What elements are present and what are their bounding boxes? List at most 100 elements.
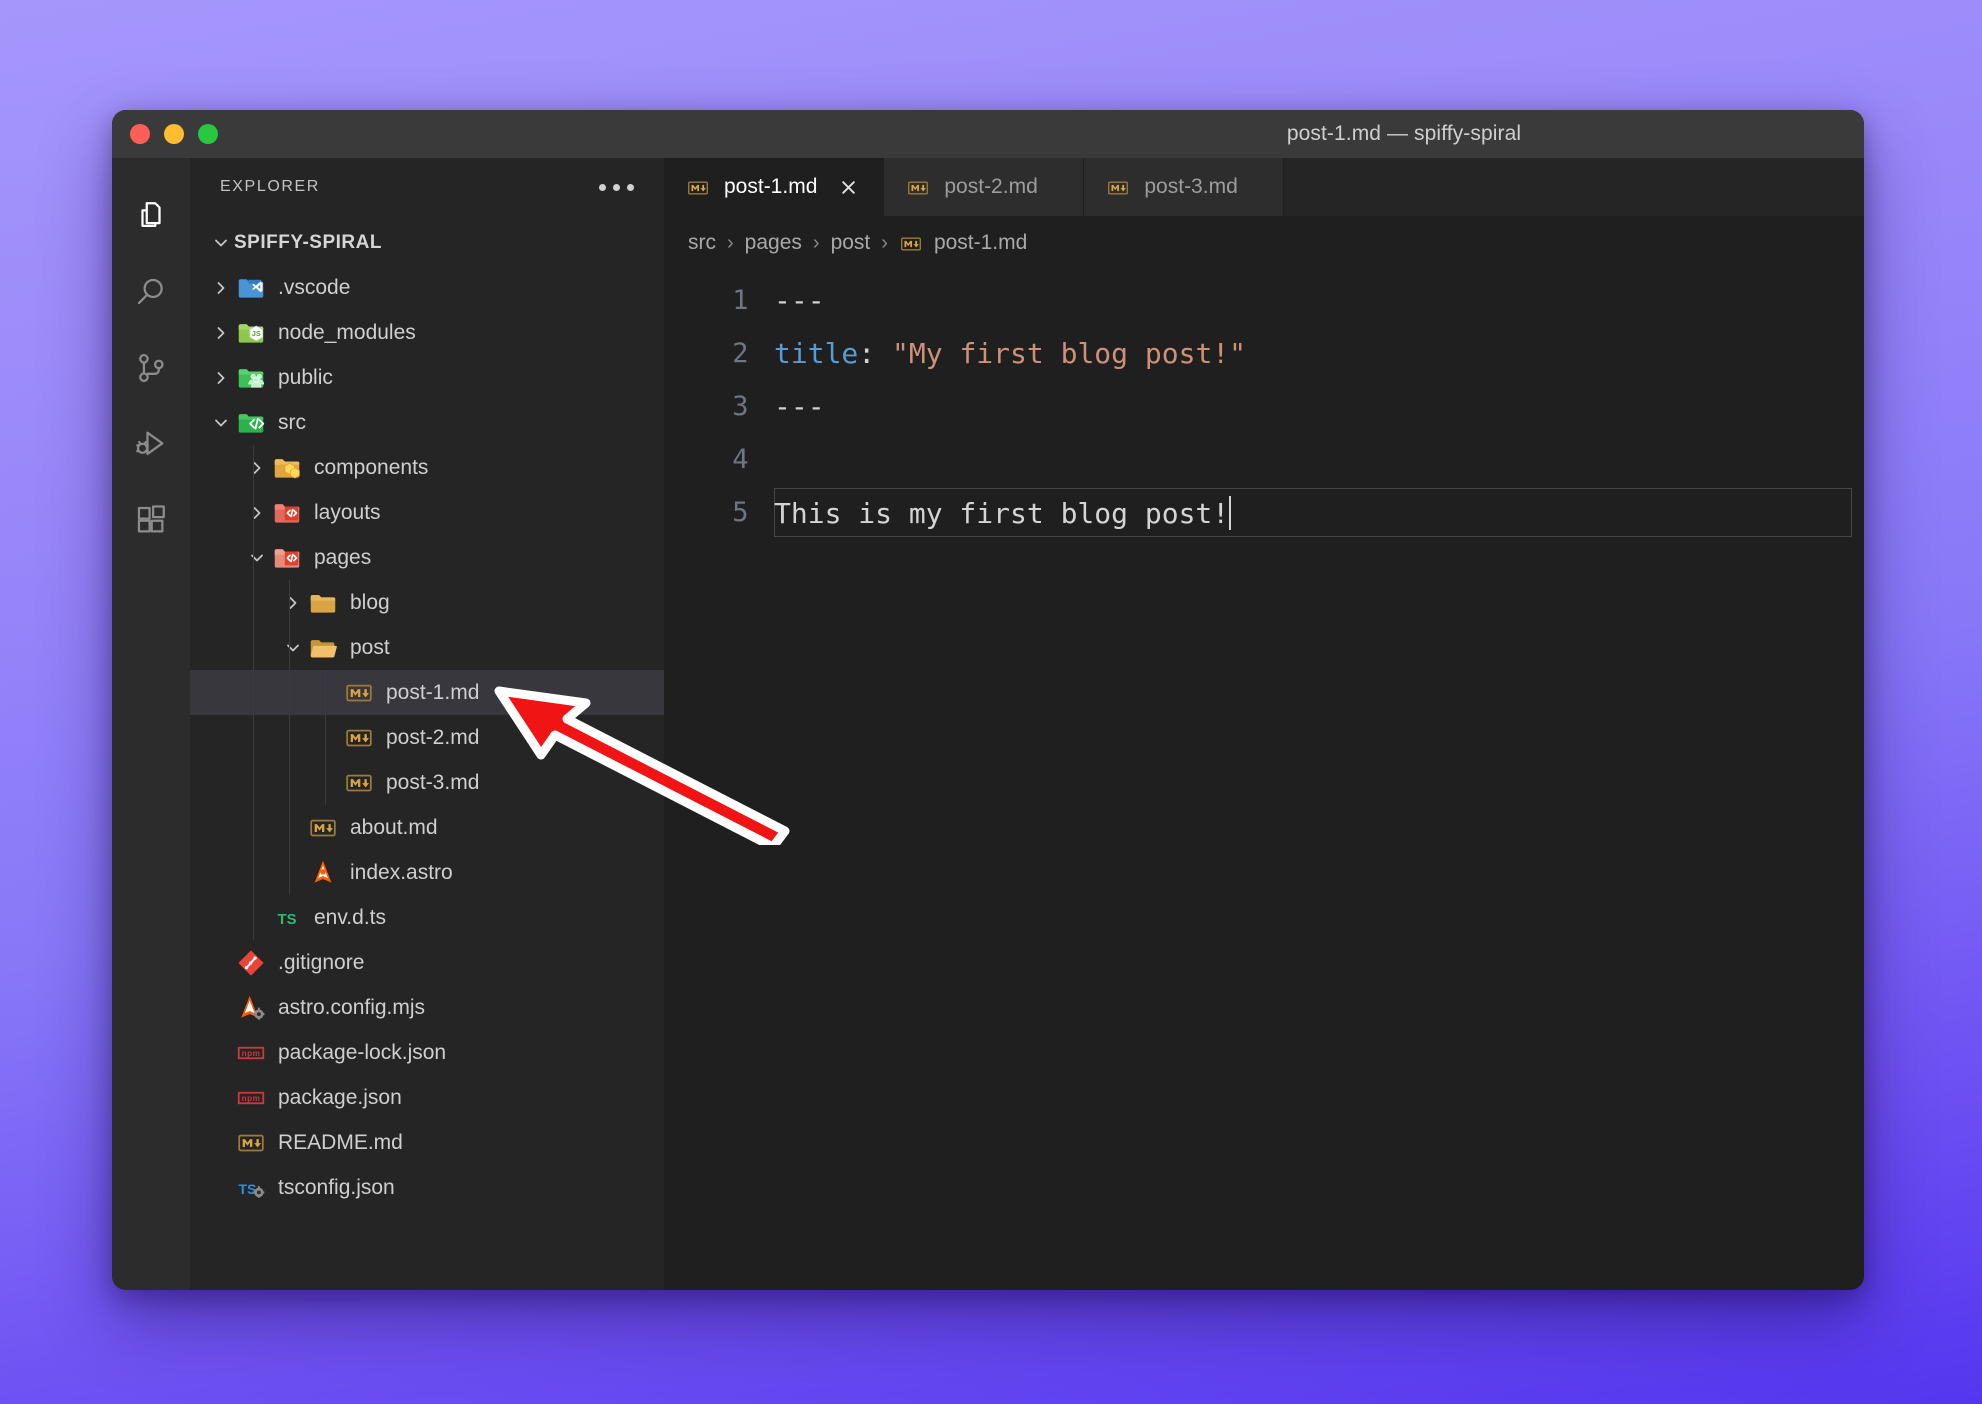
indent-guide [253, 895, 254, 940]
tab-bar-empty-space [1284, 158, 1864, 216]
breadcrumb-segment[interactable]: post-1.md [934, 231, 1027, 255]
activity-run-debug-button[interactable] [112, 408, 190, 484]
tree-file-astro.config.mjs[interactable]: astro.config.mjs [190, 985, 664, 1030]
search-icon [134, 275, 168, 314]
tree-file-env.d.ts[interactable]: TS env.d.ts [190, 895, 664, 940]
tree-folder-src[interactable]: src [190, 400, 664, 445]
tree-folder-components[interactable]: components [190, 445, 664, 490]
astro-config-icon [234, 993, 268, 1023]
tree-item-label: index.astro [350, 860, 453, 884]
tree-file-index.astro[interactable]: index.astro [190, 850, 664, 895]
traffic-lights [130, 124, 218, 144]
tree-item-label: layouts [314, 500, 381, 524]
editor-tab-post-1-md[interactable]: post-1.md [664, 158, 885, 216]
maximize-window-button[interactable] [198, 124, 218, 144]
editor-area: post-1.md post-2.md post-3.md src › pages › po… [664, 158, 1864, 1290]
token-str: "My first blog post!" [892, 337, 1247, 370]
chevron-right-icon[interactable] [208, 371, 234, 385]
tree-file-package-lock.json[interactable]: npm package-lock.json [190, 1030, 664, 1075]
tree-file-readme.md[interactable]: README.md [190, 1120, 664, 1165]
svg-text:npm: npm [242, 1093, 261, 1102]
tree-item-label: tsconfig.json [278, 1175, 395, 1199]
tab-label: post-1.md [724, 175, 818, 198]
token-key: title [774, 337, 859, 370]
code-line[interactable]: 4 [664, 433, 1864, 486]
chevron-right-icon[interactable] [244, 461, 270, 475]
tree-item-label: blog [350, 590, 390, 614]
minimize-window-button[interactable] [164, 124, 184, 144]
svg-text:TS: TS [278, 912, 297, 928]
tree-folder-pages[interactable]: pages [190, 535, 664, 580]
tree-item-label: about.md [350, 815, 438, 839]
activity-source-control-button[interactable] [112, 332, 190, 408]
git-icon [234, 948, 268, 978]
indent-guide [289, 625, 290, 670]
tree-file-.gitignore[interactable]: .gitignore [190, 940, 664, 985]
indent-guide [253, 805, 254, 850]
chevron-right-icon[interactable] [208, 326, 234, 340]
indent-guide [253, 625, 254, 670]
chevron-down-icon[interactable] [208, 236, 234, 250]
indent-guide [253, 715, 254, 760]
breadcrumb-segment[interactable]: src [688, 231, 716, 255]
explorer-icon [134, 199, 168, 238]
title-bar: post-1.md — spiffy-spiral [112, 110, 1864, 158]
code-line[interactable]: 5 This is my first blog post! [664, 486, 1864, 539]
activity-explorer-button[interactable] [112, 180, 190, 256]
indent-guide [289, 670, 290, 715]
folder-src-icon [234, 408, 268, 438]
code-line[interactable]: 1 --- [664, 274, 1864, 327]
code-line[interactable]: 2 title: "My first blog post!" [664, 327, 1864, 380]
tree-folder-blog[interactable]: blog [190, 580, 664, 625]
more-actions-icon[interactable] [593, 174, 640, 201]
indent-guide [325, 670, 326, 715]
tree-file-package.json[interactable]: npm package.json [190, 1075, 664, 1120]
markdown-icon [906, 177, 930, 197]
tree-root-spiffy-spiral[interactable]: SPIFFY-SPIRAL [190, 220, 664, 265]
tree-file-post-3.md[interactable]: post-3.md [190, 760, 664, 805]
activity-extensions-button[interactable] [112, 484, 190, 560]
token-punct: : [858, 337, 876, 370]
tree-folder-public[interactable]: public [190, 355, 664, 400]
folder-public-icon [234, 363, 268, 393]
chevron-right-icon[interactable] [244, 506, 270, 520]
tree-folder-post[interactable]: post [190, 625, 664, 670]
indent-guide [253, 580, 254, 625]
tree-item-label: .gitignore [278, 950, 365, 974]
tree-file-about.md[interactable]: about.md [190, 805, 664, 850]
tree-folder-.vscode[interactable]: .vscode [190, 265, 664, 310]
tree-folder-layouts[interactable]: layouts [190, 490, 664, 535]
breadcrumb-segment[interactable]: post [831, 231, 871, 255]
editor-tab-post-3-md[interactable]: post-3.md [1084, 158, 1285, 216]
activity-search-button[interactable] [112, 256, 190, 332]
line-text: --- [774, 390, 825, 423]
indent-guide [253, 670, 254, 715]
tree-file-post-1.md[interactable]: post-1.md [190, 670, 664, 715]
vscode-window: post-1.md — spiffy-spiral EXPLORER SPIFF… [112, 110, 1864, 1290]
code-line[interactable]: 3 --- [664, 380, 1864, 433]
close-window-button[interactable] [130, 124, 150, 144]
npm-icon: npm [234, 1038, 268, 1068]
code-editor[interactable]: 1 --- 2 title: "My first blog post!" 3 --- 4 5 T… [664, 270, 1864, 1290]
tree-file-tsconfig.json[interactable]: TS tsconfig.json [190, 1165, 664, 1210]
folder-plain-icon [306, 588, 340, 618]
chevron-down-icon[interactable] [280, 641, 306, 655]
chevron-right-icon[interactable] [280, 596, 306, 610]
tab-bar: post-1.md post-2.md post-3.md [664, 158, 1864, 216]
editor-tab-post-2-md[interactable]: post-2.md [884, 158, 1085, 216]
tree-file-post-2.md[interactable]: post-2.md [190, 715, 664, 760]
sidebar-header: EXPLORER [190, 158, 664, 216]
tree-item-label: package-lock.json [278, 1040, 447, 1064]
indent-guide [289, 580, 290, 625]
indent-guide [253, 535, 254, 580]
tree-root-label: SPIFFY-SPIRAL [234, 231, 382, 253]
tree-item-label: components [314, 455, 429, 479]
tree-folder-node_modules[interactable]: JS node_modules [190, 310, 664, 355]
chevron-right-icon[interactable] [208, 281, 234, 295]
close-icon[interactable] [835, 174, 861, 200]
breadcrumb-segment[interactable]: pages [745, 231, 802, 255]
indent-guide [253, 445, 254, 490]
chevron-down-icon[interactable] [244, 551, 270, 565]
chevron-down-icon[interactable] [208, 416, 234, 430]
